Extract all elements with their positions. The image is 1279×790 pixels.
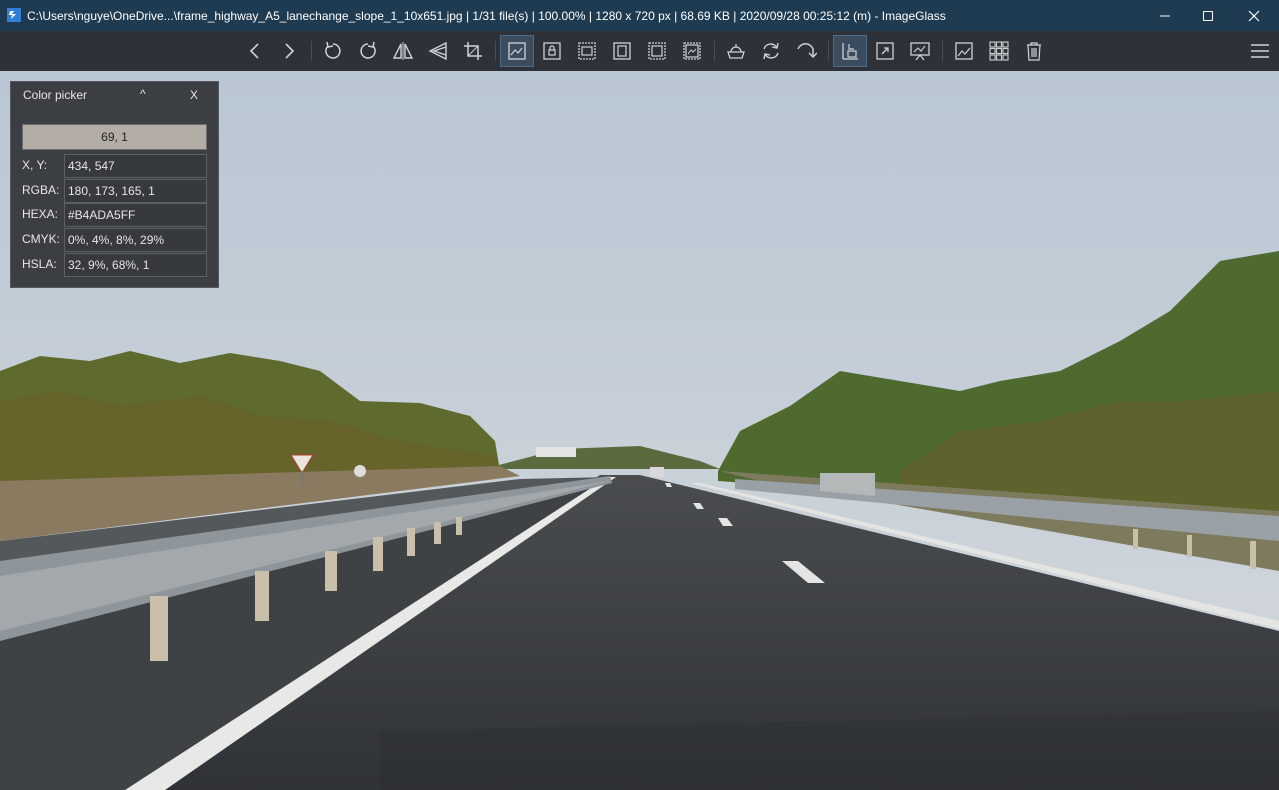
go-to-image-button[interactable]: [790, 36, 822, 66]
cmyk-label: CMYK:: [22, 232, 61, 246]
hsla-value-field[interactable]: 32, 9%, 68%, 1: [64, 253, 207, 277]
rotate-left-icon: [325, 41, 341, 59]
rotate-right-icon: [360, 41, 376, 59]
toolbar-separator: [942, 41, 943, 61]
toolbar-separator: [714, 41, 715, 61]
next-image-button[interactable]: [273, 36, 305, 66]
main-menu-button[interactable]: [1244, 36, 1276, 66]
slideshow-button[interactable]: [904, 36, 936, 66]
xy-row: X, Y: 434, 547: [22, 154, 207, 178]
flip-vertical-icon: [428, 41, 447, 61]
color-swatch: 69, 1: [22, 124, 207, 150]
minimize-icon: [1160, 15, 1170, 16]
refresh-icon: [763, 42, 779, 60]
flip-horizontal-icon: [392, 42, 414, 60]
xy-value-field[interactable]: 434, 547: [64, 154, 207, 178]
maximize-button[interactable]: [1185, 0, 1231, 31]
rgba-value-field[interactable]: 180, 173, 165, 1: [64, 179, 207, 203]
hexa-row: HEXA: #B4ADA5FF: [22, 203, 207, 227]
close-window-button[interactable]: [1231, 0, 1277, 31]
chevron-right-icon: [285, 43, 295, 59]
scale-to-height-icon: [613, 42, 631, 60]
refresh-button[interactable]: [755, 36, 787, 66]
auto-zoom-icon: [508, 42, 526, 60]
scale-to-fill-icon: [683, 42, 701, 60]
delete-button[interactable]: [1018, 36, 1050, 66]
open-with-button[interactable]: [948, 36, 980, 66]
toolbar-separator: [828, 41, 829, 61]
scale-to-width-icon: [578, 42, 596, 60]
go-to-image-icon: [797, 43, 817, 58]
hsla-label: HSLA:: [22, 257, 57, 271]
imageglass-app-icon[interactable]: [7, 8, 21, 22]
cmyk-row: CMYK: 0%, 4%, 8%, 29%: [22, 228, 207, 252]
checkerboard-icon: [727, 44, 745, 59]
rgba-label: RGBA:: [22, 183, 60, 197]
toolbar: [0, 31, 1279, 71]
hsla-row: HSLA: 32, 9%, 68%, 1: [22, 253, 207, 277]
crop-button[interactable]: [457, 36, 489, 66]
auto-zoom-button[interactable]: [500, 35, 534, 67]
checkerboard-button[interactable]: [720, 36, 752, 66]
minimize-button[interactable]: [1142, 0, 1188, 31]
delete-icon: [1027, 42, 1041, 61]
window-title: C:\Users\nguye\OneDrive...\frame_highway…: [27, 9, 946, 23]
fullscreen-icon: [876, 42, 894, 60]
collapse-button[interactable]: ^: [140, 87, 146, 101]
slideshow-icon: [910, 42, 930, 61]
flip-vertical-button[interactable]: [422, 36, 454, 66]
swatch-value: 69, 1: [101, 130, 128, 144]
gallery-grid-button[interactable]: [983, 36, 1015, 66]
hexa-label: HEXA:: [22, 207, 59, 221]
rotate-left-button[interactable]: [317, 36, 349, 66]
toolbar-separator: [311, 41, 312, 61]
hamburger-menu-icon: [1251, 44, 1269, 58]
hexa-value-field[interactable]: #B4ADA5FF: [64, 203, 207, 227]
maximize-icon: [1203, 10, 1213, 21]
scale-to-fit-icon: [648, 42, 666, 60]
chevron-left-icon: [249, 43, 259, 59]
scale-to-height-button[interactable]: [606, 36, 638, 66]
cmyk-value-field[interactable]: 0%, 4%, 8%, 29%: [64, 228, 207, 252]
scale-to-width-button[interactable]: [571, 36, 603, 66]
scale-to-fill-button[interactable]: [676, 36, 708, 66]
gallery-grid-icon: [989, 41, 1009, 61]
close-icon: [1248, 10, 1260, 21]
color-picker-panel[interactable]: Color picker ^ X 69, 1 X, Y: 434, 547 RG…: [10, 81, 219, 288]
rgba-row: RGBA: 180, 173, 165, 1: [22, 179, 207, 203]
previous-image-button[interactable]: [239, 36, 271, 66]
scale-to-fit-button[interactable]: [641, 36, 673, 66]
thumbnail-bar-icon: [842, 43, 858, 60]
lock-zoom-button[interactable]: [536, 36, 568, 66]
flip-horizontal-button[interactable]: [387, 36, 419, 66]
title-bar: C:\Users\nguye\OneDrive...\frame_highway…: [0, 0, 1279, 31]
close-picker-button[interactable]: X: [190, 88, 198, 102]
toolbar-separator: [495, 41, 496, 61]
xy-label: X, Y:: [22, 158, 48, 172]
thumbnail-bar-button[interactable]: [833, 35, 867, 67]
color-picker-title: Color picker: [23, 88, 88, 102]
lock-zoom-icon: [543, 42, 561, 60]
fullscreen-button[interactable]: [869, 36, 901, 66]
crop-icon: [464, 42, 482, 60]
open-with-icon: [955, 42, 973, 60]
rotate-right-button[interactable]: [352, 36, 384, 66]
